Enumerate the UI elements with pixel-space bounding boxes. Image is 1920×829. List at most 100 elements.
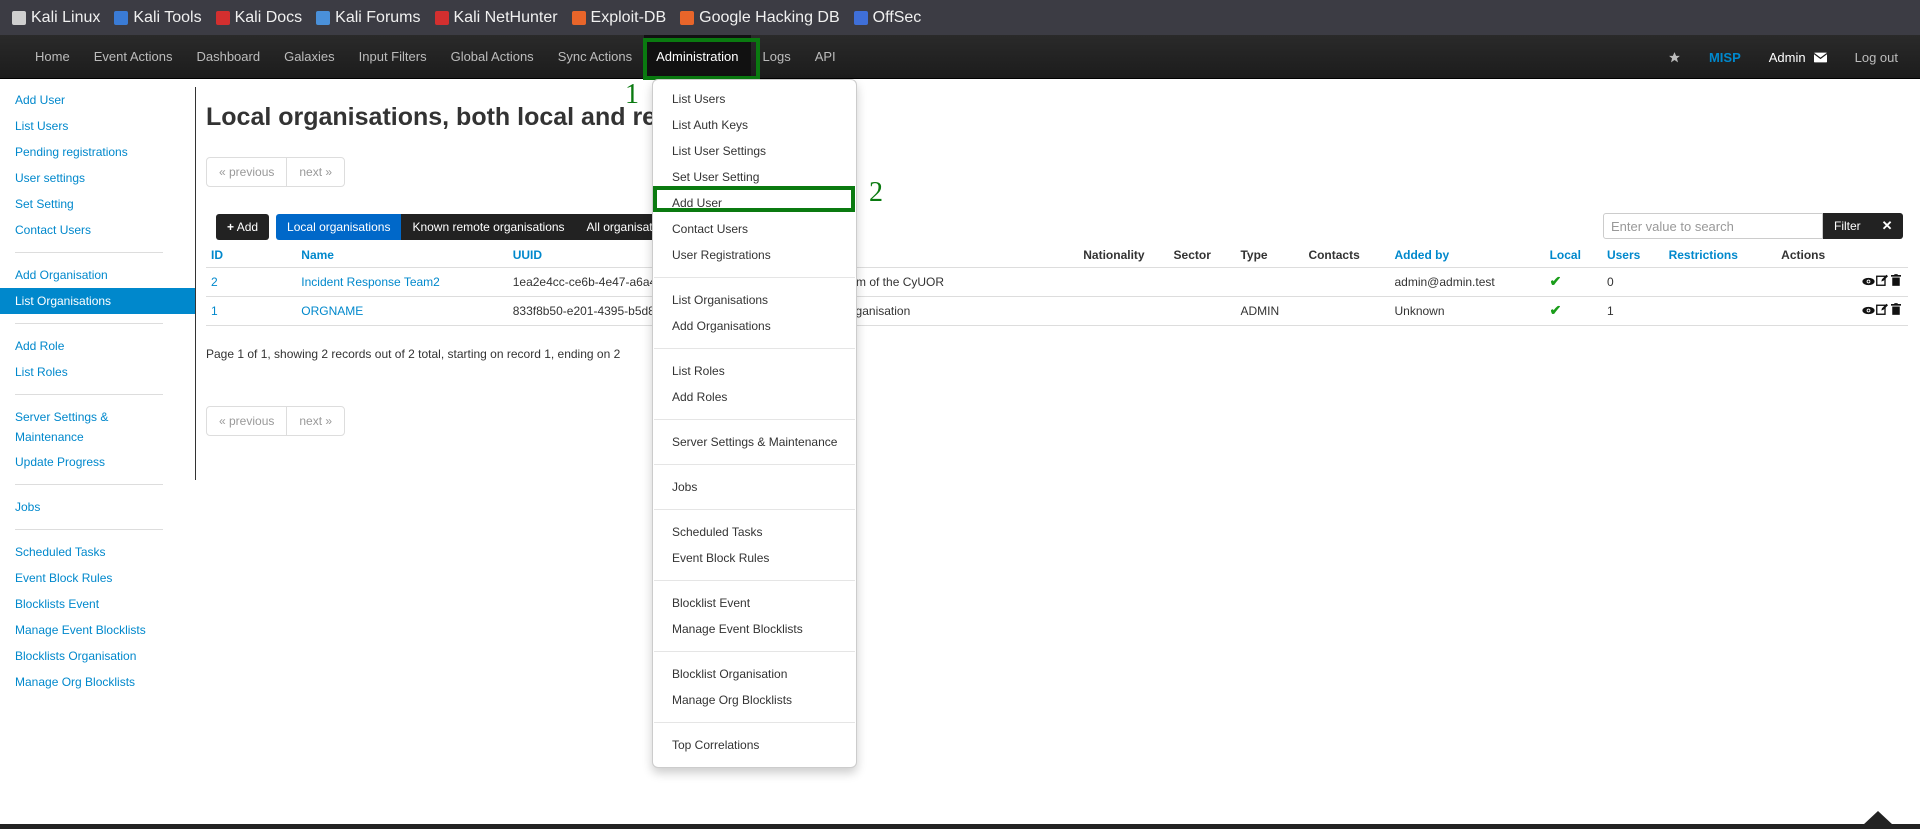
next-page-link[interactable]: next » xyxy=(286,158,344,186)
sidebar-item-event-block-rules[interactable]: Event Block Rules xyxy=(0,565,195,591)
column-header-id[interactable]: ID xyxy=(206,244,297,268)
star-icon[interactable] xyxy=(1654,35,1695,79)
sidebar-item-add-user[interactable]: Add User xyxy=(0,87,195,113)
org-scope-tabs: Local organisations Known remote organisa… xyxy=(276,213,667,240)
bookmark-google-hacking-db[interactable]: Google Hacking DB xyxy=(680,9,840,27)
org-name-link[interactable]: Incident Response Team2 xyxy=(301,275,440,289)
admin-user-link[interactable]: Admin xyxy=(1755,35,1841,79)
sidebar-item-list-organisations[interactable]: List Organisations xyxy=(0,288,195,314)
misp-brand[interactable]: MISP xyxy=(1695,35,1755,79)
exploit-db-icon xyxy=(571,10,586,25)
previous-page-link[interactable]: « previous xyxy=(207,407,286,435)
org-uuid: 833f8b50-e201-4395-b5d8-ac xyxy=(512,303,672,318)
tab-known-remote-organisations[interactable]: Known remote organisations xyxy=(401,213,576,240)
sidebar-item-manage-org-blocklists[interactable]: Manage Org Blocklists xyxy=(0,669,195,695)
sidebar-item-pending-registrations[interactable]: Pending registrations xyxy=(0,139,195,165)
sidebar-item-user-settings[interactable]: User settings xyxy=(0,165,195,191)
sidebar-item-jobs[interactable]: Jobs xyxy=(0,494,195,520)
menu-item-blocklist-event[interactable]: Blocklist Event xyxy=(653,590,856,616)
bookmark-kali-linux[interactable]: Kali Linux xyxy=(12,9,100,27)
menu-item-manage-event-blocklists[interactable]: Manage Event Blocklists xyxy=(653,616,856,642)
add-organisation-button[interactable]: + Add xyxy=(216,213,270,240)
sidebar-divider xyxy=(15,529,163,530)
menu-item-contact-users[interactable]: Contact Users xyxy=(653,216,856,242)
sidebar-divider xyxy=(15,323,163,324)
table-cell: ORGNAME xyxy=(296,296,508,326)
sidebar-item-blocklists-organisation[interactable]: Blocklists Organisation xyxy=(0,643,195,669)
menu-item-manage-org-blocklists[interactable]: Manage Org Blocklists xyxy=(653,687,856,713)
bookmark-kali-nethunter[interactable]: Kali NetHunter xyxy=(434,9,558,27)
menu-item-list-roles[interactable]: List Roles xyxy=(653,358,856,384)
menu-item-event-block-rules[interactable]: Event Block Rules xyxy=(653,545,856,571)
tab-local-organisations[interactable]: Local organisations xyxy=(276,213,402,240)
sidebar-item-add-role[interactable]: Add Role xyxy=(0,333,195,359)
nav-sync-actions[interactable]: Sync Actions xyxy=(546,35,644,79)
sidebar-item-add-organisation[interactable]: Add Organisation xyxy=(0,262,195,288)
column-header-restrictions[interactable]: Restrictions xyxy=(1663,244,1777,268)
column-header-added-by[interactable]: Added by xyxy=(1389,244,1545,268)
table-cell: Incident Response Team2 xyxy=(296,267,508,297)
menu-item-blocklist-organisation[interactable]: Blocklist Organisation xyxy=(653,661,856,687)
nav-global-actions[interactable]: Global Actions xyxy=(439,35,546,79)
table-cell: 1 xyxy=(206,296,297,326)
search-input[interactable] xyxy=(1603,213,1823,239)
column-header-local[interactable]: Local xyxy=(1544,244,1602,268)
nav-api[interactable]: API xyxy=(803,35,848,79)
nav-event-actions[interactable]: Event Actions xyxy=(82,35,185,79)
sidebar-item-list-roles[interactable]: List Roles xyxy=(0,359,195,385)
sidebar-item-server-settings-maintenance[interactable]: Server Settings & Maintenance xyxy=(0,404,140,449)
menu-item-list-organisations[interactable]: List Organisations xyxy=(653,287,856,313)
nav-input-filters[interactable]: Input Filters xyxy=(347,35,439,79)
sidebar-item-list-users[interactable]: List Users xyxy=(0,113,195,139)
org-added-by: Unknown xyxy=(1394,303,1445,318)
bookmark-kali-docs[interactable]: Kali Docs xyxy=(215,9,302,27)
table-cell: admin@admin.test xyxy=(1389,267,1545,297)
table-cell: 1 xyxy=(1601,296,1664,326)
view-icon[interactable] xyxy=(1861,304,1875,318)
view-icon[interactable] xyxy=(1861,275,1875,289)
bookmark-kali-forums[interactable]: Kali Forums xyxy=(316,9,421,27)
bookmark-kali-tools[interactable]: Kali Tools xyxy=(114,9,202,27)
edit-icon[interactable] xyxy=(1875,274,1889,289)
table-cell xyxy=(1235,267,1304,297)
org-id-link[interactable]: 2 xyxy=(211,275,218,289)
bookmark-offsec[interactable]: OffSec xyxy=(853,9,921,27)
sidebar-item-contact-users[interactable]: Contact Users xyxy=(0,217,195,243)
sidebar-item-blocklists-event[interactable]: Blocklists Event xyxy=(0,591,195,617)
menu-item-user-registrations[interactable]: User Registrations xyxy=(653,242,856,268)
menu-item-add-roles[interactable]: Add Roles xyxy=(653,384,856,410)
org-id-link[interactable]: 1 xyxy=(211,304,218,318)
bookmark-exploit-db[interactable]: Exploit-DB xyxy=(571,9,666,27)
logout-link[interactable]: Log out xyxy=(1841,35,1920,79)
filter-button[interactable]: Filter xyxy=(1823,213,1872,239)
menu-item-add-organisations[interactable]: Add Organisations xyxy=(653,313,856,339)
org-name-link[interactable]: ORGNAME xyxy=(301,304,363,318)
sidebar-item-manage-event-blocklists[interactable]: Manage Event Blocklists xyxy=(0,617,195,643)
clear-filter-icon[interactable]: ✕ xyxy=(1871,213,1903,239)
nav-dashboard[interactable]: Dashboard xyxy=(184,35,272,79)
previous-page-link[interactable]: « previous xyxy=(207,158,286,186)
menu-item-list-user-settings[interactable]: List User Settings xyxy=(653,138,856,164)
menu-item-server-settings-maintenance[interactable]: Server Settings & Maintenance xyxy=(653,429,856,455)
menu-item-scheduled-tasks[interactable]: Scheduled Tasks xyxy=(653,519,856,545)
organisations-table: IDNameUUIDtionNationalitySectorTypeConta… xyxy=(206,244,1908,326)
sidebar-item-set-setting[interactable]: Set Setting xyxy=(0,191,195,217)
menu-item-list-users[interactable]: List Users xyxy=(653,86,856,112)
scroll-top-icon[interactable] xyxy=(1863,811,1893,825)
next-page-link[interactable]: next » xyxy=(286,407,344,435)
delete-icon[interactable] xyxy=(1889,303,1903,318)
column-header-name[interactable]: Name xyxy=(296,244,508,268)
nav-galaxies[interactable]: Galaxies xyxy=(272,35,347,79)
plus-icon: + xyxy=(227,219,235,234)
sidebar-item-update-progress[interactable]: Update Progress xyxy=(0,449,195,475)
column-header-nationality: Nationality xyxy=(1078,244,1169,268)
pagination-top: « previous next » xyxy=(206,157,346,187)
edit-icon[interactable] xyxy=(1875,303,1889,318)
menu-item-list-auth-keys[interactable]: List Auth Keys xyxy=(653,112,856,138)
menu-item-jobs[interactable]: Jobs xyxy=(653,474,856,500)
sidebar-item-scheduled-tasks[interactable]: Scheduled Tasks xyxy=(0,539,195,565)
nav-home[interactable]: Home xyxy=(23,35,82,79)
menu-item-top-correlations[interactable]: Top Correlations xyxy=(653,732,856,758)
column-header-users[interactable]: Users xyxy=(1601,244,1664,268)
delete-icon[interactable] xyxy=(1889,274,1903,289)
